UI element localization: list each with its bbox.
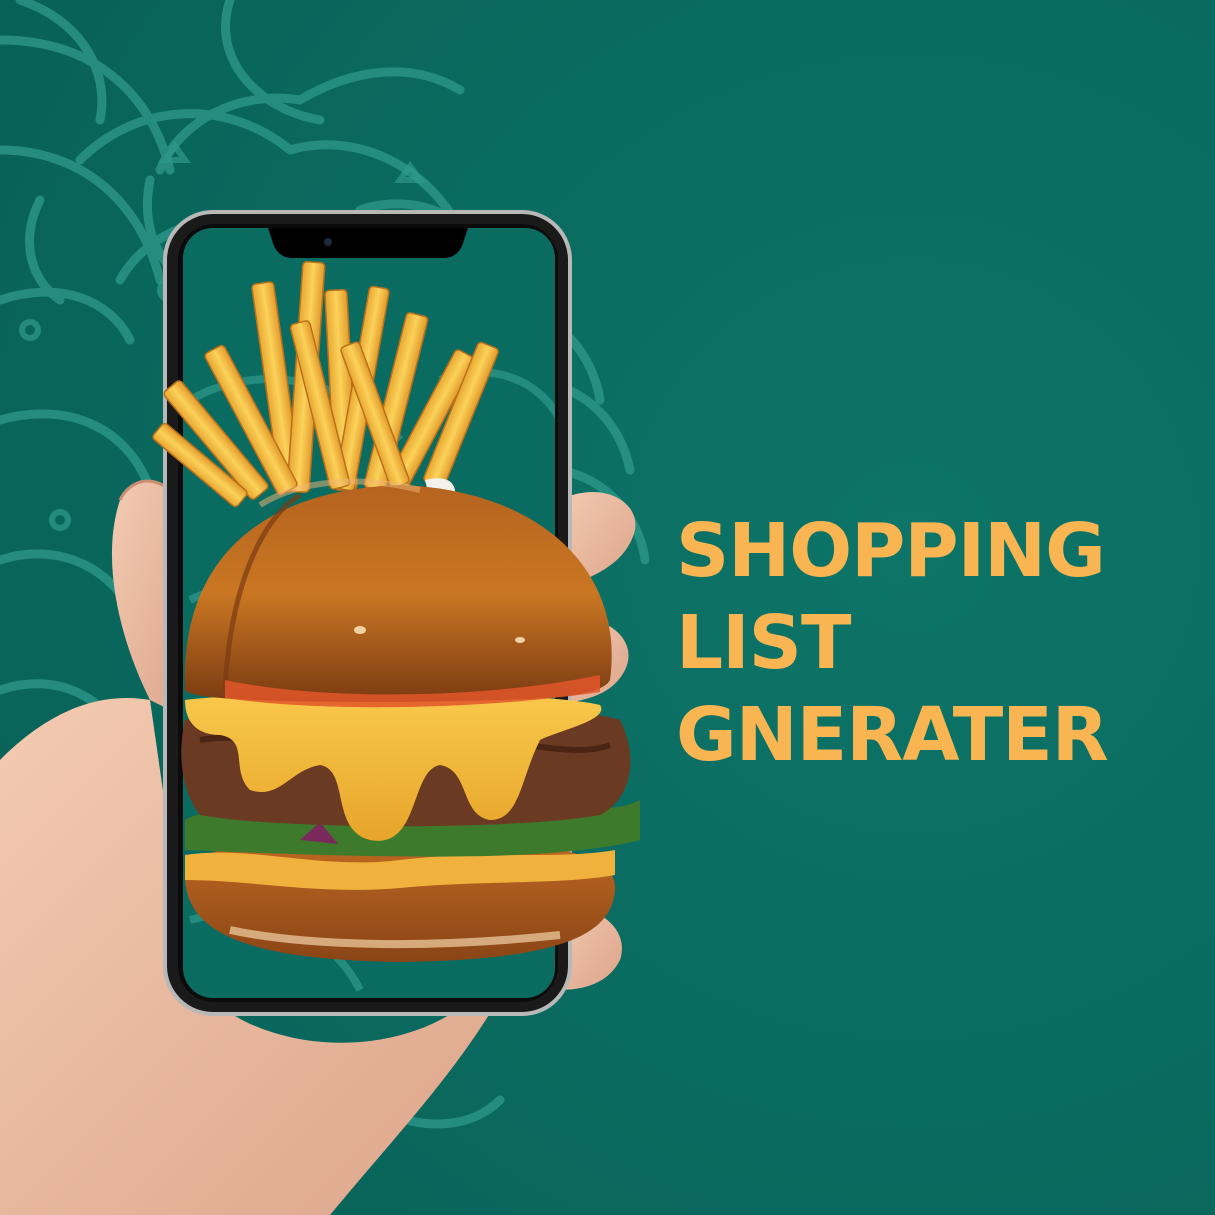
burger	[181, 478, 640, 962]
headline-line-1: SHOPPING	[676, 508, 1106, 594]
promo-banner: SHOPPING LIST GNERATER	[0, 0, 1215, 1215]
headline: SHOPPING LIST GNERATER	[676, 505, 1109, 781]
headline-line-2: LIST	[676, 600, 851, 686]
headline-line-3: GNERATER	[676, 692, 1109, 778]
